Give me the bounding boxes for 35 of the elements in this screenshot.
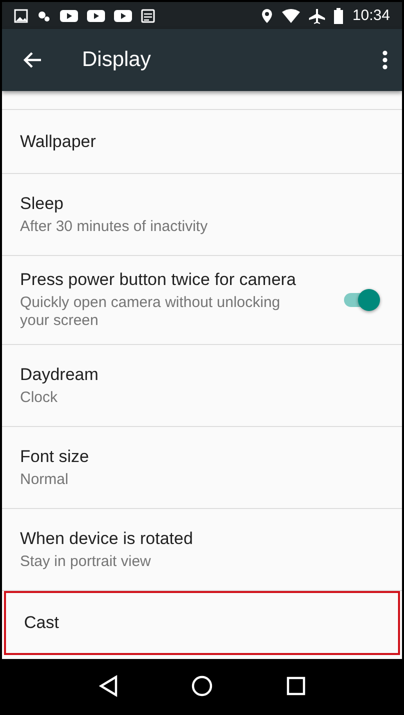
home-icon — [190, 675, 213, 697]
wifi-icon — [282, 8, 300, 22]
status-time: 10:34 — [352, 7, 390, 24]
battery-icon — [334, 8, 344, 24]
recents-icon — [286, 676, 306, 696]
setting-title: When device is rotated — [20, 528, 194, 548]
screen-title: Display — [82, 48, 152, 72]
settings-item[interactable]: Font size Normal — [2, 427, 402, 509]
airplane-icon — [309, 8, 326, 24]
setting-title: Press power button twice for camera — [20, 270, 297, 290]
settings-item[interactable]: Wallpaper — [2, 110, 402, 174]
play-icon — [114, 8, 132, 22]
location-pin-icon — [261, 8, 274, 24]
play-icon — [60, 8, 78, 22]
setting-title: Cast — [24, 613, 60, 633]
settings-item[interactable]: Cast — [4, 591, 400, 655]
setting-title: Sleep — [20, 194, 64, 214]
back-arrow-icon — [22, 51, 42, 69]
setting-summary: Quickly open camera without unlocking your screen — [20, 294, 282, 330]
image-icon — [14, 8, 28, 22]
more-menu-icon — [382, 50, 388, 70]
settings-item[interactable]: Press power button twice for camera Quickly open camera without unlocking your screen — [2, 256, 402, 345]
settings-item[interactable]: Sleep After 30 minutes of inactivity — [2, 174, 402, 256]
setting-title: Daydream — [20, 364, 100, 384]
news-icon — [141, 8, 155, 22]
setting-summary: Stay in portrait view — [20, 552, 152, 570]
setting-title: Wallpaper — [20, 132, 97, 152]
setting-summary: Clock — [20, 388, 59, 406]
setting-summary: Normal — [20, 470, 70, 488]
back-icon — [98, 675, 118, 697]
settings-item[interactable]: When device is rotated Stay in portrait view — [2, 509, 402, 591]
settings-item[interactable]: Daydream Clock — [2, 345, 402, 427]
play-icon — [87, 8, 105, 22]
setting-summary: After 30 minutes of inactivity — [20, 218, 209, 236]
setting-title: Font size — [20, 446, 90, 466]
